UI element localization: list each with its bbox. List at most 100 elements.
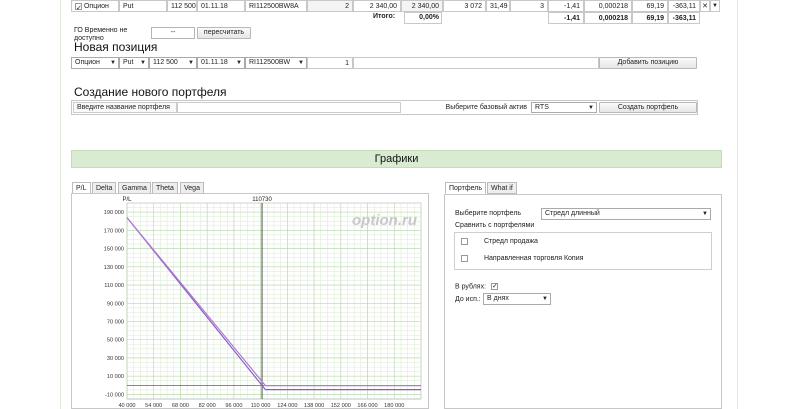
right-margin: [737, 0, 800, 409]
until-label: До исп.:: [455, 296, 481, 303]
spot-marker-label: 110730: [252, 197, 272, 203]
compare-checkbox-2[interactable]: [461, 255, 468, 262]
row-v1: 3 072: [443, 0, 486, 12]
totals-label: Итого:: [373, 13, 396, 20]
new-portfolio-title: Создание нового портфеля: [74, 85, 227, 99]
y-tick-label: 110 000: [104, 283, 124, 289]
x-tick-label: 180 000: [384, 403, 404, 409]
row-qty[interactable]: 2: [307, 0, 353, 12]
x-tick-label: 138 000: [304, 403, 324, 409]
rubles-label: В рублях:: [455, 283, 487, 291]
y-tick-label: 90 000: [107, 301, 124, 307]
left-margin: [0, 0, 61, 409]
add-position-button[interactable]: Добавить позицию: [599, 57, 697, 69]
y-tick-label: 190 000: [104, 210, 124, 216]
portfolio-name-extension[interactable]: [177, 102, 401, 113]
tab-portfolio[interactable]: Портфель: [445, 182, 487, 194]
totals-pct: 0,00%: [404, 12, 442, 24]
row-price2[interactable]: 2 340,00: [401, 0, 443, 12]
row-kind: Put: [119, 0, 167, 12]
y-tick-label: 70 000: [107, 320, 124, 326]
row-strike: 112 500: [167, 0, 197, 12]
np-expiry: 01.11.18: [201, 59, 228, 66]
row-checkbox[interactable]: [75, 2, 82, 10]
portfolio-select[interactable]: Стредл длинный ▼: [541, 208, 711, 220]
row-v4: -1,41: [548, 0, 584, 12]
row-price1: 2 340,00: [353, 0, 401, 12]
tab-what-if[interactable]: What if: [487, 182, 517, 194]
x-tick-label: 124 000: [277, 403, 297, 409]
chevron-down-icon: ▼: [188, 60, 194, 66]
row-v7: -363,11: [668, 0, 700, 12]
x-tick-label: 110 000: [251, 403, 271, 409]
np-type: Опцион: [75, 59, 100, 66]
row-ticker: RI112500BW8A: [245, 0, 307, 12]
y-tick-label: 30 000: [107, 356, 124, 362]
chevron-down-icon: ▼: [588, 105, 594, 111]
base-asset-select[interactable]: RTS ▼: [531, 102, 597, 113]
row-checkbox-cell[interactable]: Опцион: [71, 0, 119, 12]
y-tick-label: 150 000: [104, 247, 124, 253]
np-expiry-select[interactable]: 01.11.18 ▼: [197, 57, 245, 69]
np-spacer: [353, 57, 599, 69]
x-tick-label: 96 000: [225, 403, 242, 409]
y-tick-label: 50 000: [107, 338, 124, 344]
y-tick-label: 10 000: [107, 374, 124, 380]
charts-header: Графики: [71, 150, 722, 168]
rubles-checkbox[interactable]: [490, 283, 498, 290]
portfolio-name-input[interactable]: Введите название портфеля: [73, 102, 177, 113]
compare-item-2-label: Направленная торговля Копия: [483, 255, 584, 263]
np-ticker-select[interactable]: RI112500BW ▼: [245, 57, 307, 69]
row-v3: 3: [510, 0, 548, 12]
row-delete-icon[interactable]: ✕: [700, 0, 710, 12]
chevron-down-icon: ▼: [236, 60, 242, 66]
row-dropdown-icon[interactable]: ▼: [710, 0, 720, 12]
x-tick-label: 54 000: [145, 403, 162, 409]
y-tick-label: 170 000: [104, 228, 124, 234]
np-ticker: RI112500BW: [249, 59, 291, 66]
go-value: --: [151, 27, 195, 39]
select-portfolio-label: Выберите портфель: [455, 210, 522, 217]
x-tick-label: 68 000: [172, 403, 189, 409]
np-qty-input[interactable]: 1: [307, 57, 353, 69]
chevron-down-icon: ▼: [110, 60, 116, 66]
until-select[interactable]: В днях ▼: [483, 293, 551, 305]
row-type: Опцион: [83, 3, 109, 10]
base-asset-label: Выберите базовый актив: [445, 104, 527, 111]
base-asset-value: RTS: [535, 104, 549, 111]
until-value: В днях: [487, 295, 509, 302]
x-tick-label: 166 000: [357, 403, 377, 409]
portfolio-select-value: Стредл длинный: [545, 210, 600, 217]
compare-item-1-label: Стредл продажа: [483, 238, 538, 246]
pl-chart: 110730 P/L 190 000 170 000 150 000 130 000 110…: [104, 197, 422, 409]
compare-checkbox-1[interactable]: [461, 238, 468, 245]
chevron-down-icon: ▼: [298, 60, 304, 66]
np-kind-select[interactable]: Put ▼: [119, 57, 149, 69]
chevron-down-icon: ▼: [702, 211, 708, 217]
row-v6: 69,19: [632, 0, 668, 12]
x-tick-label: 40 000: [118, 403, 135, 409]
np-strike: 112 500: [153, 59, 178, 66]
totals-v4: -1,41: [548, 12, 584, 24]
chevron-down-icon: ▼: [140, 60, 146, 66]
recalc-button[interactable]: пересчитать: [197, 27, 251, 39]
y-tick-label: -10 000: [105, 392, 124, 398]
compare-item-2[interactable]: Направленная торговля Копия: [461, 255, 583, 262]
compare-item-1[interactable]: Стредл продажа: [461, 238, 538, 245]
x-tick-label: 152 000: [331, 403, 351, 409]
y-axis-label: P/L: [122, 197, 132, 203]
rubles-row: В рублях:: [455, 283, 498, 290]
totals-v7: -363,11: [668, 12, 700, 24]
np-type-select[interactable]: Опцион ▼: [71, 57, 119, 69]
totals-v5: 0,000218: [584, 12, 632, 24]
row-v2: 31,49: [486, 0, 510, 12]
row-expiry: 01.11.18: [197, 0, 245, 12]
create-portfolio-button[interactable]: Создать портфель: [599, 102, 697, 113]
watermark-logo: option.ru: [352, 212, 417, 229]
compare-label: Сравнить с портфелями: [455, 222, 535, 229]
np-strike-select[interactable]: 112 500 ▼: [149, 57, 197, 69]
chevron-down-icon: ▼: [542, 296, 548, 302]
y-tick-label: 130 000: [104, 265, 124, 271]
totals-v6: 69,19: [632, 12, 668, 24]
new-position-title: Новая позиция: [74, 40, 158, 54]
